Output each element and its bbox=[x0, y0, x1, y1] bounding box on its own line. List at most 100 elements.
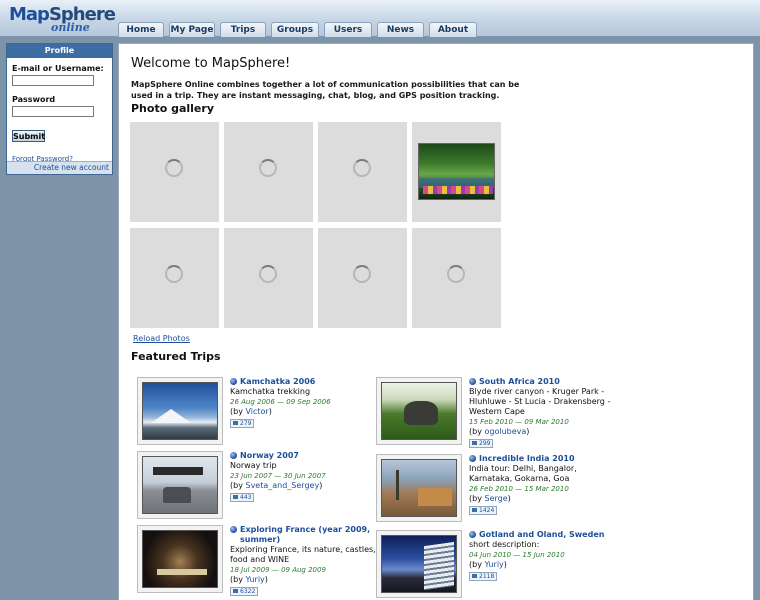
gallery-tile[interactable] bbox=[224, 122, 313, 222]
password-label: Password bbox=[12, 95, 56, 104]
nav-tab-groups[interactable]: Groups bbox=[271, 22, 319, 37]
trip-author: (by Yuriy) bbox=[469, 560, 507, 569]
photo-count-badge[interactable]: 299 bbox=[469, 439, 494, 448]
trip-dates: 26 Aug 2006 — 09 Sep 2006 bbox=[230, 398, 331, 406]
gallery-tile[interactable] bbox=[318, 122, 407, 222]
trip-title-link[interactable]: Incredible India 2010 bbox=[469, 454, 619, 464]
photo-icon bbox=[472, 441, 477, 445]
gallery-tile[interactable] bbox=[318, 228, 407, 328]
trip-thumbnail[interactable] bbox=[376, 454, 462, 522]
loading-spinner-icon bbox=[447, 265, 465, 283]
photo-count-badge[interactable]: 6322 bbox=[230, 587, 259, 596]
globe-bullet-icon bbox=[230, 378, 237, 385]
globe-bullet-icon bbox=[230, 452, 237, 459]
author-link[interactable]: Yuriy bbox=[484, 560, 503, 569]
nav-tab-about[interactable]: About bbox=[429, 22, 477, 37]
trip-dates: 15 Feb 2010 — 09 Mar 2010 bbox=[469, 418, 569, 426]
gallery-tile[interactable] bbox=[412, 122, 501, 222]
trip-description: Exploring France, its nature, castles, f… bbox=[230, 545, 376, 564]
trip-description: India tour: Delhi, Bangalor, Karnataka, … bbox=[469, 464, 577, 483]
trip-author: (by Sveta_and_Sergey) bbox=[230, 481, 323, 490]
photo-icon bbox=[472, 574, 477, 578]
author-link[interactable]: Sveta_and_Sergey bbox=[245, 481, 319, 490]
nav-tab-trips[interactable]: Trips bbox=[220, 22, 266, 37]
password-field[interactable] bbox=[12, 106, 94, 117]
trip-thumbnail[interactable] bbox=[137, 525, 223, 593]
trip-dates: 18 Jul 2009 — 09 Aug 2009 bbox=[230, 566, 326, 574]
trip-author: (by Serge) bbox=[469, 494, 511, 503]
photo-icon bbox=[233, 589, 238, 593]
loading-spinner-icon bbox=[165, 265, 183, 283]
main-content: Welcome to MapSphere! MapSphere Online c… bbox=[118, 43, 754, 600]
submit-button[interactable]: Submit bbox=[12, 130, 45, 142]
globe-bullet-icon bbox=[469, 378, 476, 385]
photo-count-badge[interactable]: 279 bbox=[230, 419, 255, 428]
trip-card-gotland: Gotland and Oland, Sweden short descript… bbox=[376, 530, 616, 600]
trip-title-link[interactable]: South Africa 2010 bbox=[469, 377, 619, 387]
logo-subtitle: online bbox=[51, 21, 90, 34]
logo-text-map: Map bbox=[9, 4, 50, 25]
reload-photos-link[interactable]: Reload Photos bbox=[133, 334, 190, 343]
gallery-title: Photo gallery bbox=[131, 102, 214, 115]
trip-dates: 04 Jun 2010 — 15 Jun 2010 bbox=[469, 551, 565, 559]
gallery-tile[interactable] bbox=[130, 228, 219, 328]
loading-spinner-icon bbox=[353, 159, 371, 177]
globe-bullet-icon bbox=[230, 526, 237, 533]
trip-card-france: Exploring France (year 2009, summer) Exp… bbox=[137, 525, 377, 597]
nav-tab-my-page[interactable]: My Page bbox=[169, 22, 215, 37]
site-header: MapSphere online Home My Page Trips Grou… bbox=[0, 0, 760, 37]
trip-card-norway: Norway 2007 Norway trip 23 Jun 2007 — 30… bbox=[137, 451, 377, 523]
trip-thumbnail[interactable] bbox=[137, 451, 223, 519]
trip-author: (by Victor) bbox=[230, 407, 272, 416]
email-field[interactable] bbox=[12, 75, 94, 86]
trip-card-south-africa: South Africa 2010 Blyde river canyon - K… bbox=[376, 377, 616, 449]
nav-tab-users[interactable]: Users bbox=[324, 22, 372, 37]
photo-count-badge[interactable]: 1424 bbox=[469, 506, 498, 515]
nav-tab-news[interactable]: News bbox=[377, 22, 424, 37]
loading-spinner-icon bbox=[259, 159, 277, 177]
author-link[interactable]: Yuriy bbox=[245, 575, 264, 584]
trip-author: (by ogolubeva) bbox=[469, 427, 530, 436]
main-nav: Home My Page Trips Groups Users News Abo… bbox=[118, 22, 482, 37]
author-link[interactable]: ogolubeva bbox=[484, 427, 526, 436]
loading-spinner-icon bbox=[353, 265, 371, 283]
trip-title-link[interactable]: Norway 2007 bbox=[230, 451, 380, 461]
author-link[interactable]: Victor bbox=[245, 407, 268, 416]
intro-text: MapSphere Online combines together a lot… bbox=[131, 80, 520, 100]
photo-count-badge[interactable]: 2118 bbox=[469, 572, 498, 581]
trip-dates: 23 Jun 2007 — 30 Jun 2007 bbox=[230, 472, 326, 480]
create-account-link[interactable]: Create new account bbox=[7, 161, 112, 174]
trip-author: (by Yuriy) bbox=[230, 575, 268, 584]
mapsphere-logo[interactable]: MapSphere online bbox=[9, 4, 116, 36]
trip-description: Blyde river canyon - Kruger Park - Hluhl… bbox=[469, 387, 611, 416]
trip-title-link[interactable]: Kamchatka 2006 bbox=[230, 377, 380, 387]
profile-title: Profile bbox=[7, 44, 112, 58]
nav-tab-home[interactable]: Home bbox=[118, 22, 164, 37]
gallery-tile[interactable] bbox=[412, 228, 501, 328]
trip-dates: 26 Feb 2010 — 15 Mar 2010 bbox=[469, 485, 569, 493]
profile-box: Profile E-mail or Username: Password Sub… bbox=[6, 43, 113, 175]
trip-thumbnail[interactable] bbox=[376, 530, 462, 598]
photo-icon bbox=[233, 495, 238, 499]
trip-title-link[interactable]: Exploring France (year 2009, summer) bbox=[230, 525, 380, 545]
email-label: E-mail or Username: bbox=[12, 64, 104, 73]
trip-title-link[interactable]: Gotland and Oland, Sweden bbox=[469, 530, 619, 540]
photo-icon bbox=[233, 421, 238, 425]
featured-trips-title: Featured Trips bbox=[131, 350, 221, 363]
globe-bullet-icon bbox=[469, 455, 476, 462]
trip-description: Norway trip bbox=[230, 461, 277, 470]
photo-icon bbox=[472, 508, 477, 512]
gallery-tile[interactable] bbox=[130, 122, 219, 222]
trip-card-kamchatka: Kamchatka 2006 Kamchatka trekking 26 Aug… bbox=[137, 377, 377, 449]
loading-spinner-icon bbox=[259, 265, 277, 283]
globe-bullet-icon bbox=[469, 531, 476, 538]
author-link[interactable]: Serge bbox=[484, 494, 507, 503]
page-title: Welcome to MapSphere! bbox=[131, 56, 291, 71]
loading-spinner-icon bbox=[165, 159, 183, 177]
garden-photo[interactable] bbox=[418, 143, 495, 200]
trip-description: Kamchatka trekking bbox=[230, 387, 311, 396]
trip-thumbnail[interactable] bbox=[137, 377, 223, 445]
trip-thumbnail[interactable] bbox=[376, 377, 462, 445]
gallery-tile[interactable] bbox=[224, 228, 313, 328]
photo-count-badge[interactable]: 443 bbox=[230, 493, 255, 502]
